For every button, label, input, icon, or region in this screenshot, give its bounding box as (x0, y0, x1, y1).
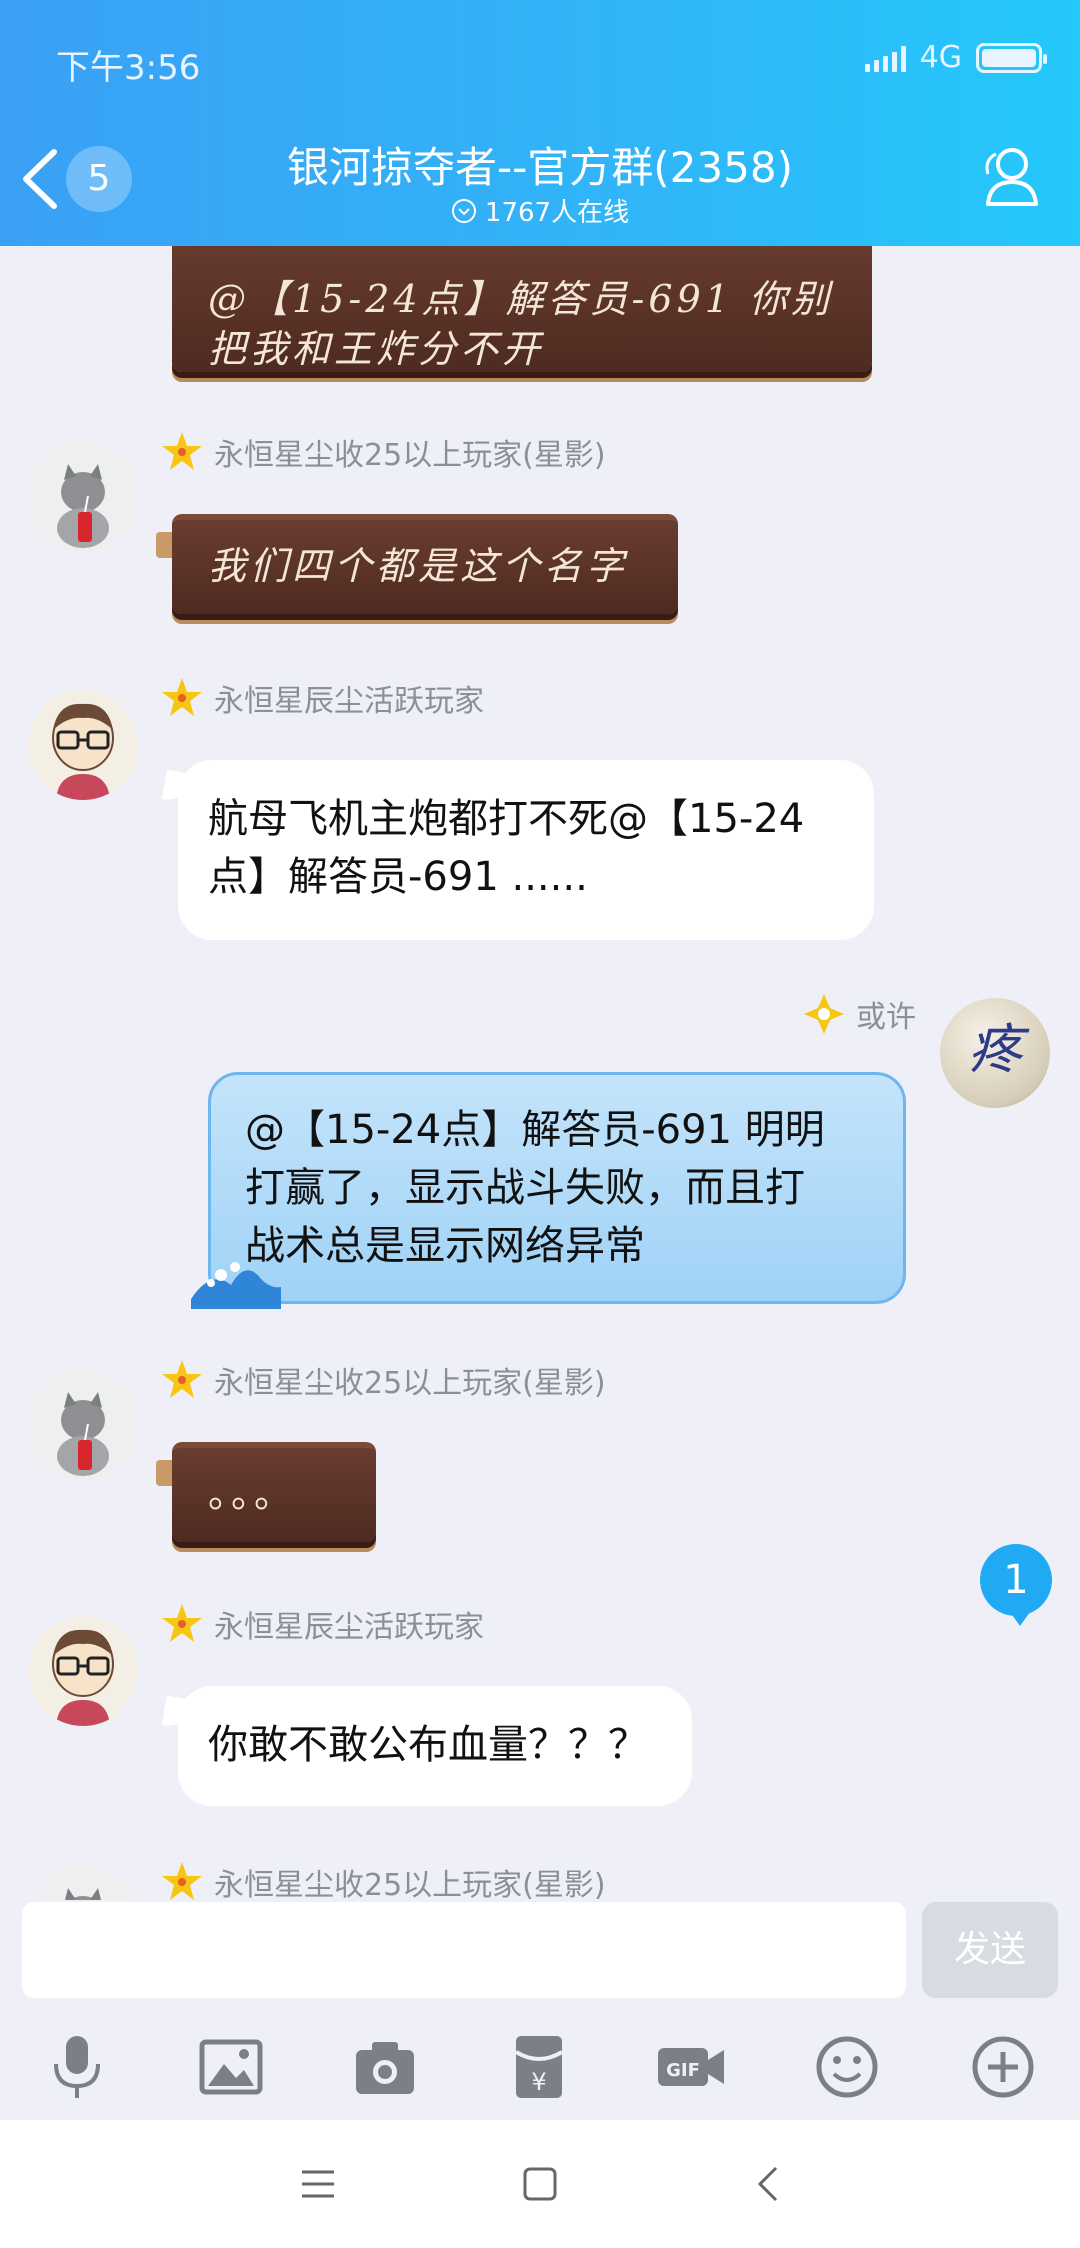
avatar[interactable] (28, 442, 138, 552)
glasses-avatar-icon (28, 690, 138, 800)
emoji-icon[interactable] (812, 2032, 882, 2102)
message-text: 点】解答员-691 ...... (208, 854, 588, 900)
menu-icon[interactable] (294, 2160, 342, 2208)
message-text: 你敢不敢公布血量？？？ (208, 1722, 648, 1768)
star-icon (162, 678, 202, 716)
status-time: 下午3:56 (56, 48, 201, 88)
cat-avatar-icon (28, 442, 138, 552)
message-text: 打赢了，显示战斗失败，而且打 (245, 1165, 805, 1211)
network-type: 4G (919, 40, 962, 75)
message-text: 航母飞机主炮都打不死@【15-24 (208, 796, 805, 842)
sender-name: 永恒星辰尘活跃玩家 (160, 1602, 484, 1646)
home-icon[interactable] (516, 2160, 564, 2208)
message-text: 战术总是显示网络异常 (245, 1223, 645, 1269)
message-bubble[interactable]: 航母飞机主炮都打不死@【15-24 点】解答员-691 ...... (178, 760, 874, 940)
star-icon (162, 1604, 202, 1642)
message-text: 我们四个都是这个名字 (208, 544, 629, 588)
group-members-icon[interactable] (974, 142, 1044, 212)
message-bubble[interactable]: 你敢不敢公布血量？？？ (178, 1686, 692, 1806)
system-nav-bar (0, 2120, 1080, 2248)
message-text: 。。。 (208, 1472, 297, 1516)
diamond-star-icon (804, 994, 844, 1034)
online-count: 1767人在线 (0, 192, 1080, 229)
back-icon[interactable] (744, 2160, 792, 2208)
chocolate-bubble[interactable]: 我们四个都是这个名字 (172, 514, 678, 614)
sender-name: 永恒星尘收25以上玩家(星影) (160, 1358, 606, 1402)
online-count-label: 1767人在线 (484, 198, 630, 228)
svg-text:GIF: GIF (666, 2060, 700, 2081)
glasses-avatar-icon (28, 1616, 138, 1726)
message-text: 把我和王炸分不开 (208, 327, 545, 371)
input-area: 发送 ¥ GIF (0, 1900, 1080, 2110)
send-button[interactable]: 发送 (922, 1902, 1058, 1998)
sender-name: 永恒星辰尘活跃玩家 (160, 676, 484, 720)
battery-icon (976, 42, 1047, 73)
input-toolbar: ¥ GIF (0, 2032, 1080, 2102)
avatar-character: 疼 (968, 1018, 1022, 1081)
microphone-icon[interactable] (42, 2032, 112, 2102)
red-envelope-icon[interactable]: ¥ (504, 2032, 574, 2102)
status-icons: 4G (864, 40, 1047, 75)
avatar[interactable] (28, 1616, 138, 1726)
message-bubble-self[interactable]: @【15-24点】解答员-691 明明 打赢了，显示战斗失败，而且打 战术总是显… (191, 1072, 906, 1309)
avatar[interactable] (28, 1370, 138, 1480)
camera-icon[interactable] (350, 2032, 420, 2102)
sender-name: 或许 (802, 992, 916, 1036)
message-list[interactable]: @【15-24点】解答员-691 你别 把我和王炸分不开 永恒星尘收25以上玩家… (0, 246, 1080, 1900)
avatar[interactable] (28, 690, 138, 800)
sender-name: 永恒星尘收25以上玩家(星影) (160, 430, 606, 474)
avatar[interactable] (28, 1866, 138, 1900)
gif-icon[interactable]: GIF (656, 2032, 726, 2102)
signal-icon (864, 44, 906, 72)
star-icon (162, 1862, 202, 1900)
chocolate-bubble[interactable]: 。。。 (172, 1442, 376, 1542)
cat-avatar-icon (28, 1866, 138, 1900)
star-icon (162, 432, 202, 470)
cat-avatar-icon (28, 1370, 138, 1480)
group-title[interactable]: 银河掠夺者--官方群(2358) (0, 134, 1080, 195)
wave-decoration-icon (191, 1262, 281, 1309)
message-text: @【15-24点】解答员-691 你别 (208, 277, 833, 321)
sender-name: 永恒星尘收25以上玩家(星影) (160, 1860, 606, 1900)
chevron-circle-icon (451, 198, 476, 223)
chocolate-bubble[interactable]: @【15-24点】解答员-691 你别 把我和王炸分不开 (172, 246, 872, 372)
star-icon (162, 1360, 202, 1398)
chat-header: 下午3:56 4G 5 银河掠夺者--官方群(2358) 1767人在线 (0, 0, 1080, 246)
avatar[interactable]: 疼 (940, 998, 1050, 1108)
message-text: @【15-24点】解答员-691 明明 (245, 1107, 825, 1153)
message-input[interactable] (22, 1902, 906, 1998)
image-icon[interactable] (196, 2032, 266, 2102)
plus-icon[interactable] (968, 2032, 1038, 2102)
new-message-badge[interactable]: 1 (980, 1544, 1052, 1626)
svg-text:¥: ¥ (531, 2068, 546, 2096)
